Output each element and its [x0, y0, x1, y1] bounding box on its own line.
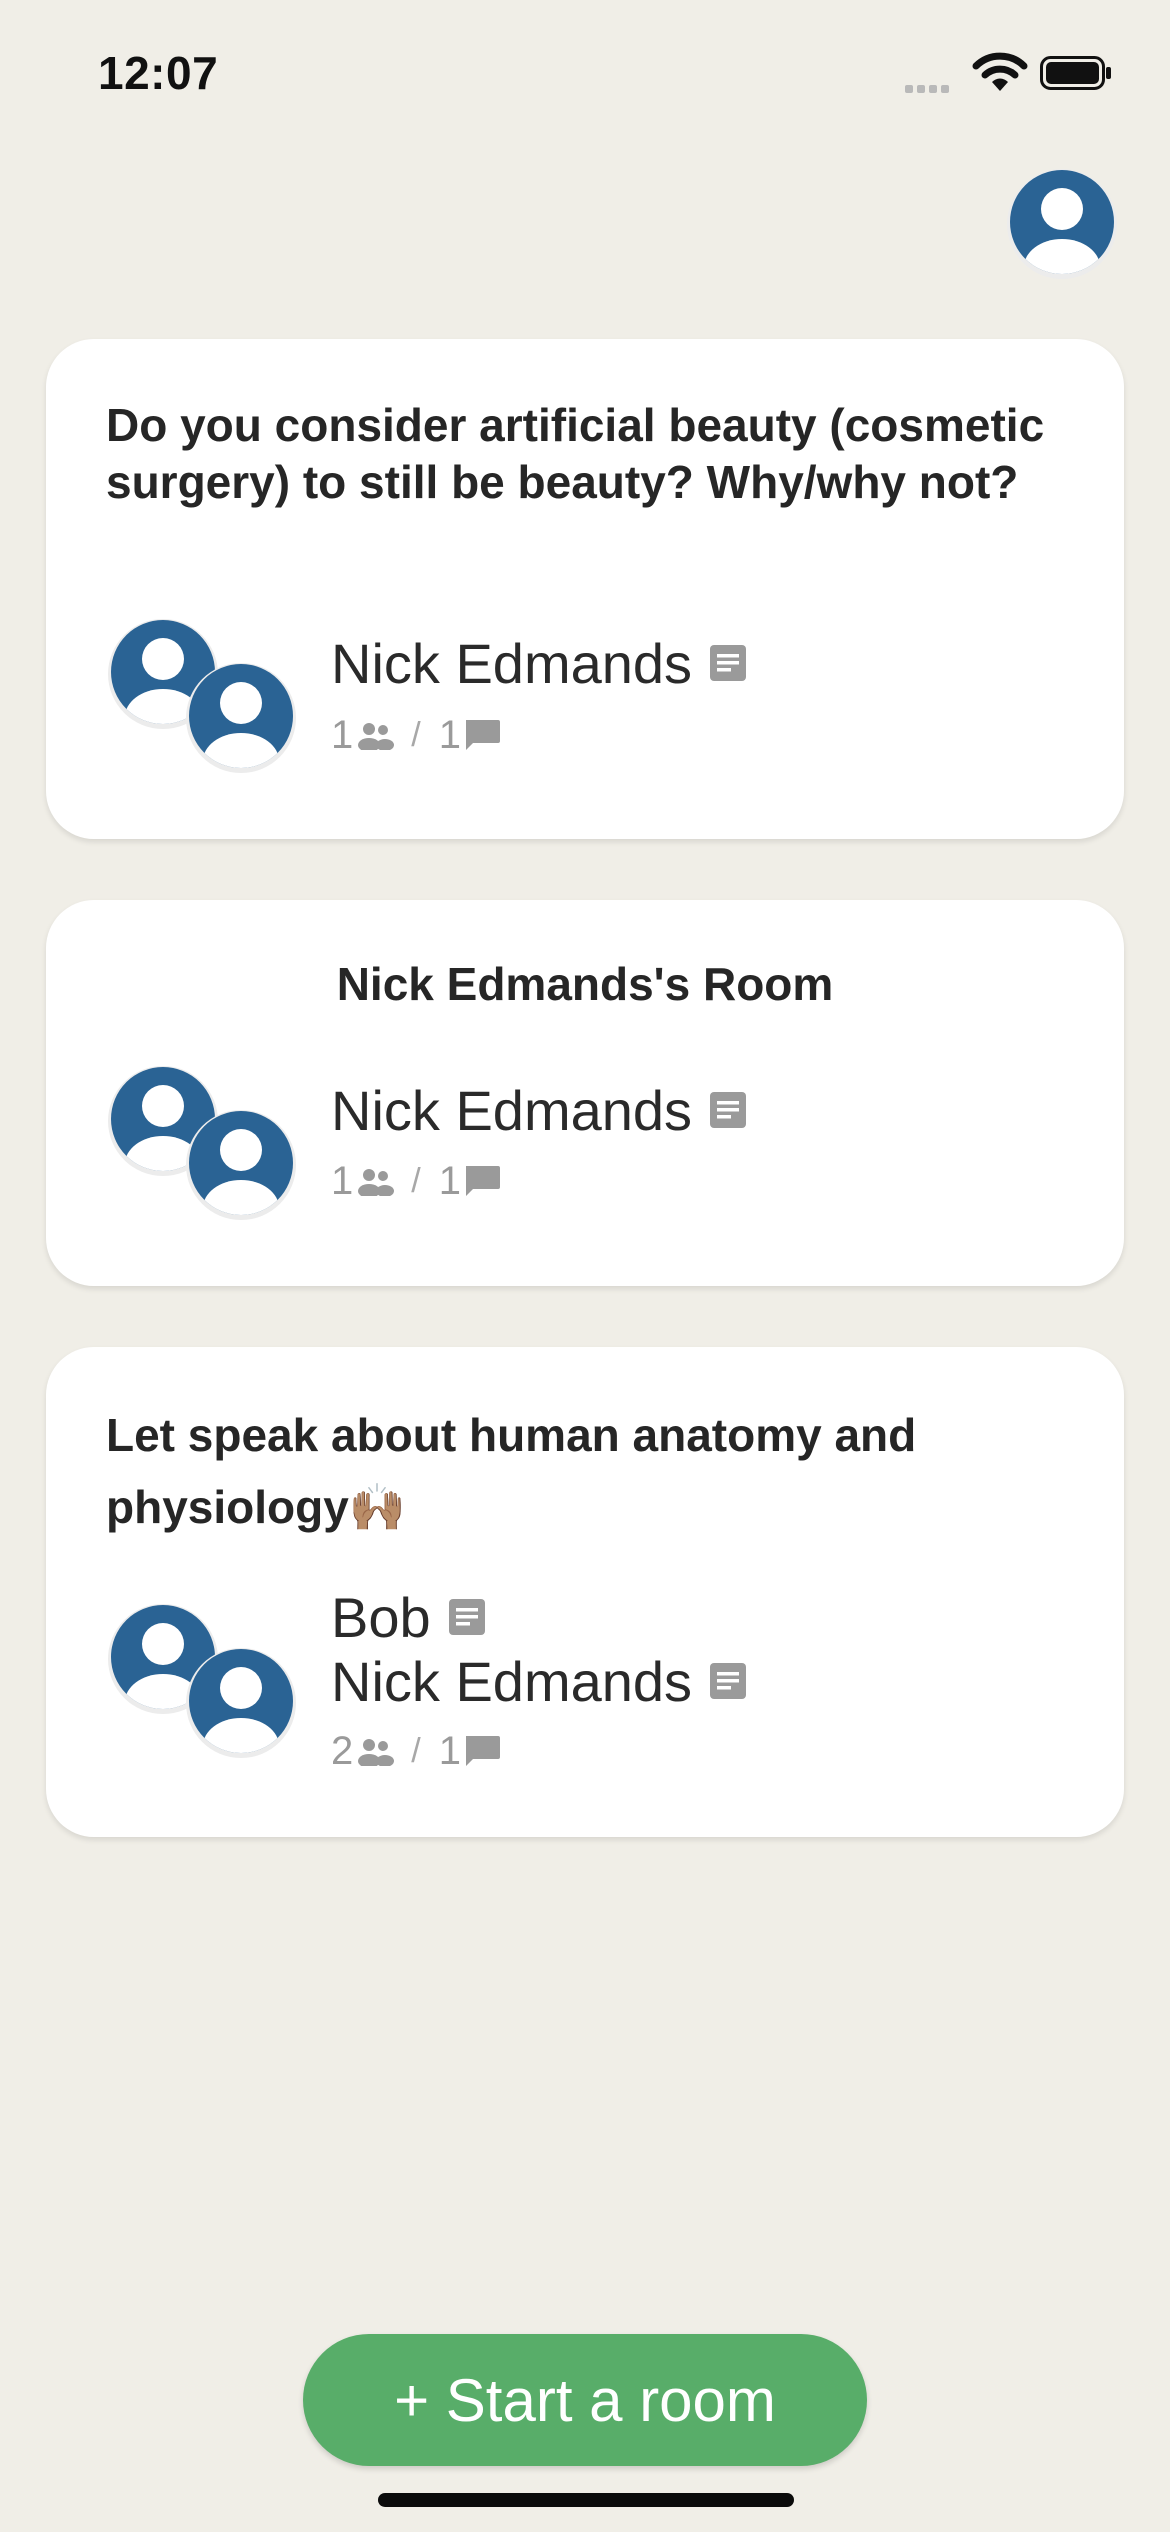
participants-icon — [358, 723, 395, 750]
avatar-stack — [106, 1602, 306, 1762]
message-icon — [448, 1599, 485, 1635]
member-list: Nick Edmands — [331, 1078, 748, 1142]
room-card[interactable]: Do you consider artificial beauty (cosme… — [46, 339, 1124, 839]
room-card[interactable]: Nick Edmands's Room Nick Edmands 1 / 1 — [46, 900, 1124, 1286]
wifi-icon — [972, 52, 1028, 91]
stats-separator: / — [411, 715, 421, 754]
status-bar: 12:07 — [0, 0, 1170, 150]
member-row: Nick Edmands — [331, 631, 748, 695]
avatar-stack — [106, 617, 306, 777]
stats-separator: / — [411, 1731, 421, 1770]
start-room-button[interactable]: + Start a room — [303, 2334, 867, 2466]
avatar-icon — [186, 1648, 296, 1758]
room-title: Do you consider artificial beauty (cosme… — [106, 399, 1045, 508]
room-title: Let speak about human anatomy and physio… — [106, 1409, 917, 1533]
stats-separator: / — [411, 1161, 421, 1200]
message-icon — [710, 1092, 747, 1128]
participants-icon — [358, 1169, 395, 1196]
status-time: 12:07 — [98, 47, 219, 99]
signal-icon — [905, 80, 953, 98]
member-list: Bob Nick Edmands — [331, 1585, 748, 1713]
chat-bubble-icon — [465, 720, 500, 750]
avatar-icon — [186, 1110, 296, 1220]
message-count: 1 — [438, 1158, 461, 1203]
avatar-stack — [106, 1064, 306, 1224]
message-icon — [710, 645, 747, 681]
room-stats: 2 / 1 — [331, 1726, 501, 1776]
home-indicator[interactable] — [378, 2493, 794, 2507]
member-name: Bob — [331, 1585, 431, 1649]
battery-icon — [1040, 56, 1111, 90]
member-name: Nick Edmands — [331, 1649, 693, 1713]
member-row: Nick Edmands — [331, 1078, 748, 1142]
participants-icon — [358, 1739, 395, 1766]
chat-bubble-icon — [465, 1166, 500, 1196]
profile-avatar-icon[interactable] — [1005, 167, 1119, 281]
member-name: Nick Edmands — [331, 631, 693, 695]
room-stats: 1 / 1 — [331, 710, 501, 760]
chat-bubble-icon — [465, 1736, 500, 1766]
message-icon — [710, 1663, 747, 1699]
member-row: Nick Edmands — [331, 1649, 748, 1713]
member-name: Nick Edmands — [331, 1078, 693, 1142]
message-count: 1 — [438, 712, 461, 757]
member-list: Nick Edmands — [331, 631, 748, 695]
participant-count: 1 — [331, 1158, 354, 1203]
participant-count: 1 — [331, 712, 354, 757]
member-row: Bob — [331, 1585, 748, 1649]
room-card[interactable]: Let speak about human anatomy and physio… — [46, 1347, 1124, 1837]
message-count: 1 — [438, 1728, 461, 1773]
participant-count: 2 — [331, 1728, 354, 1773]
avatar-icon — [186, 663, 296, 773]
room-stats: 1 / 1 — [331, 1156, 501, 1206]
room-title: Nick Edmands's Room — [336, 958, 834, 1010]
